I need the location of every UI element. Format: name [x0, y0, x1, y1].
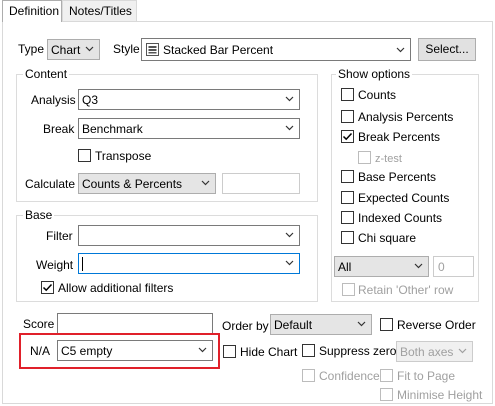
check-icon	[42, 283, 53, 292]
analysis-percents-label: Analysis Percents	[358, 110, 454, 124]
chart-icon	[146, 43, 159, 56]
show-number-input[interactable]: 0	[433, 256, 474, 277]
indexed-counts-checkbox[interactable]	[341, 211, 354, 224]
calculate-extra-input[interactable]	[222, 173, 300, 194]
allow-filters-checkbox[interactable]	[41, 281, 54, 294]
base-percents-checkbox[interactable]	[341, 170, 354, 183]
na-select[interactable]: C5 empty	[57, 340, 213, 361]
order-by-select[interactable]: Default	[270, 314, 372, 335]
chevron-down-icon	[201, 180, 210, 186]
chevron-down-icon	[85, 46, 94, 52]
expected-counts-checkbox[interactable]	[341, 191, 354, 204]
tab-definition[interactable]: Definition	[2, 0, 62, 22]
hide-chart-checkbox[interactable]	[223, 345, 236, 358]
weight-select[interactable]	[78, 253, 300, 274]
weight-label: Weight	[36, 258, 74, 272]
base-percents-label: Base Percents	[358, 170, 437, 184]
score-input[interactable]	[57, 313, 213, 334]
chevron-down-icon	[396, 47, 405, 53]
analysis-select[interactable]: Q3	[78, 89, 300, 110]
fit-to-page-checkbox[interactable]	[380, 369, 393, 382]
break-percents-checkbox[interactable]	[341, 130, 354, 143]
type-value: Chart	[51, 43, 81, 57]
show-options-title: Show options	[336, 67, 413, 81]
retain-other-checkbox[interactable]	[342, 283, 355, 296]
select-button[interactable]: Select...	[418, 38, 476, 61]
confidence-checkbox[interactable]	[302, 369, 315, 382]
hide-chart-label: Hide Chart	[240, 345, 298, 359]
retain-other-label: Retain 'Other' row	[358, 283, 454, 297]
analysis-value: Q3	[82, 93, 99, 107]
content-group-title: Content	[23, 67, 70, 81]
counts-label: Counts	[358, 88, 397, 102]
tab-label: Notes/Titles	[69, 4, 132, 18]
chi-square-checkbox[interactable]	[341, 231, 354, 244]
break-select[interactable]: Benchmark	[78, 118, 300, 139]
chevron-down-icon	[198, 347, 207, 353]
axes-select[interactable]: Both axes	[396, 341, 473, 362]
analysis-label: Analysis	[31, 93, 76, 107]
axes-value: Both axes	[400, 345, 454, 359]
tab-notes-titles[interactable]: Notes/Titles	[62, 0, 137, 21]
transpose-checkbox[interactable]	[78, 149, 91, 162]
break-percents-label: Break Percents	[358, 130, 441, 144]
counts-checkbox[interactable]	[341, 88, 354, 101]
check-icon	[342, 132, 353, 141]
style-select[interactable]: Stacked Bar Percent	[141, 38, 411, 61]
na-value: C5 empty	[61, 344, 113, 358]
score-label: Score	[23, 317, 55, 331]
tab-label: Definition	[9, 4, 60, 18]
confidence-label: Confidence	[319, 369, 380, 383]
fit-to-page-label: Fit to Page	[397, 369, 456, 383]
calculate-value: Counts & Percents	[82, 177, 183, 191]
allow-filters-label: Allow additional filters	[58, 281, 174, 295]
chi-square-label: Chi square	[358, 231, 417, 245]
calculate-select[interactable]: Counts & Percents	[78, 173, 216, 194]
calculate-label: Calculate	[25, 177, 76, 191]
chevron-down-icon	[458, 348, 467, 354]
base-group-title: Base	[23, 208, 55, 222]
filter-label: Filter	[46, 229, 73, 243]
chevron-down-icon	[285, 125, 294, 131]
chevron-down-icon	[285, 96, 294, 102]
minimise-height-checkbox[interactable]	[380, 388, 393, 401]
transpose-label: Transpose	[95, 149, 152, 163]
order-by-value: Default	[274, 318, 313, 332]
suppress-zero-checkbox[interactable]	[302, 344, 315, 357]
style-value: Stacked Bar Percent	[163, 43, 274, 57]
chevron-down-icon	[285, 232, 294, 238]
break-value: Benchmark	[82, 122, 143, 136]
indexed-counts-label: Indexed Counts	[358, 211, 443, 225]
chevron-down-icon	[414, 263, 423, 269]
expected-counts-label: Expected Counts	[358, 191, 450, 205]
ztest-checkbox[interactable]	[358, 151, 371, 164]
show-all-select[interactable]: All	[334, 256, 429, 277]
reverse-order-label: Reverse Order	[397, 318, 476, 332]
type-label: Type	[18, 42, 45, 56]
chevron-down-icon	[357, 321, 366, 327]
ztest-label: z-test	[375, 153, 402, 165]
reverse-order-checkbox[interactable]	[380, 318, 393, 331]
show-all-value: All	[338, 260, 352, 274]
tab-bar: Definition Notes/Titles	[0, 0, 495, 22]
style-label: Style	[113, 42, 140, 56]
analysis-percents-checkbox[interactable]	[341, 110, 354, 123]
order-by-label: Order by	[222, 319, 269, 333]
break-label: Break	[43, 122, 75, 136]
type-select[interactable]: Chart	[47, 39, 100, 60]
suppress-zero-label: Suppress zero	[319, 344, 397, 358]
filter-select[interactable]	[78, 225, 300, 246]
chevron-down-icon	[285, 260, 294, 266]
minimise-height-label: Minimise Height	[397, 388, 483, 402]
text-cursor	[82, 257, 83, 271]
na-label: N/A	[30, 344, 51, 358]
show-number-value: 0	[438, 260, 445, 274]
